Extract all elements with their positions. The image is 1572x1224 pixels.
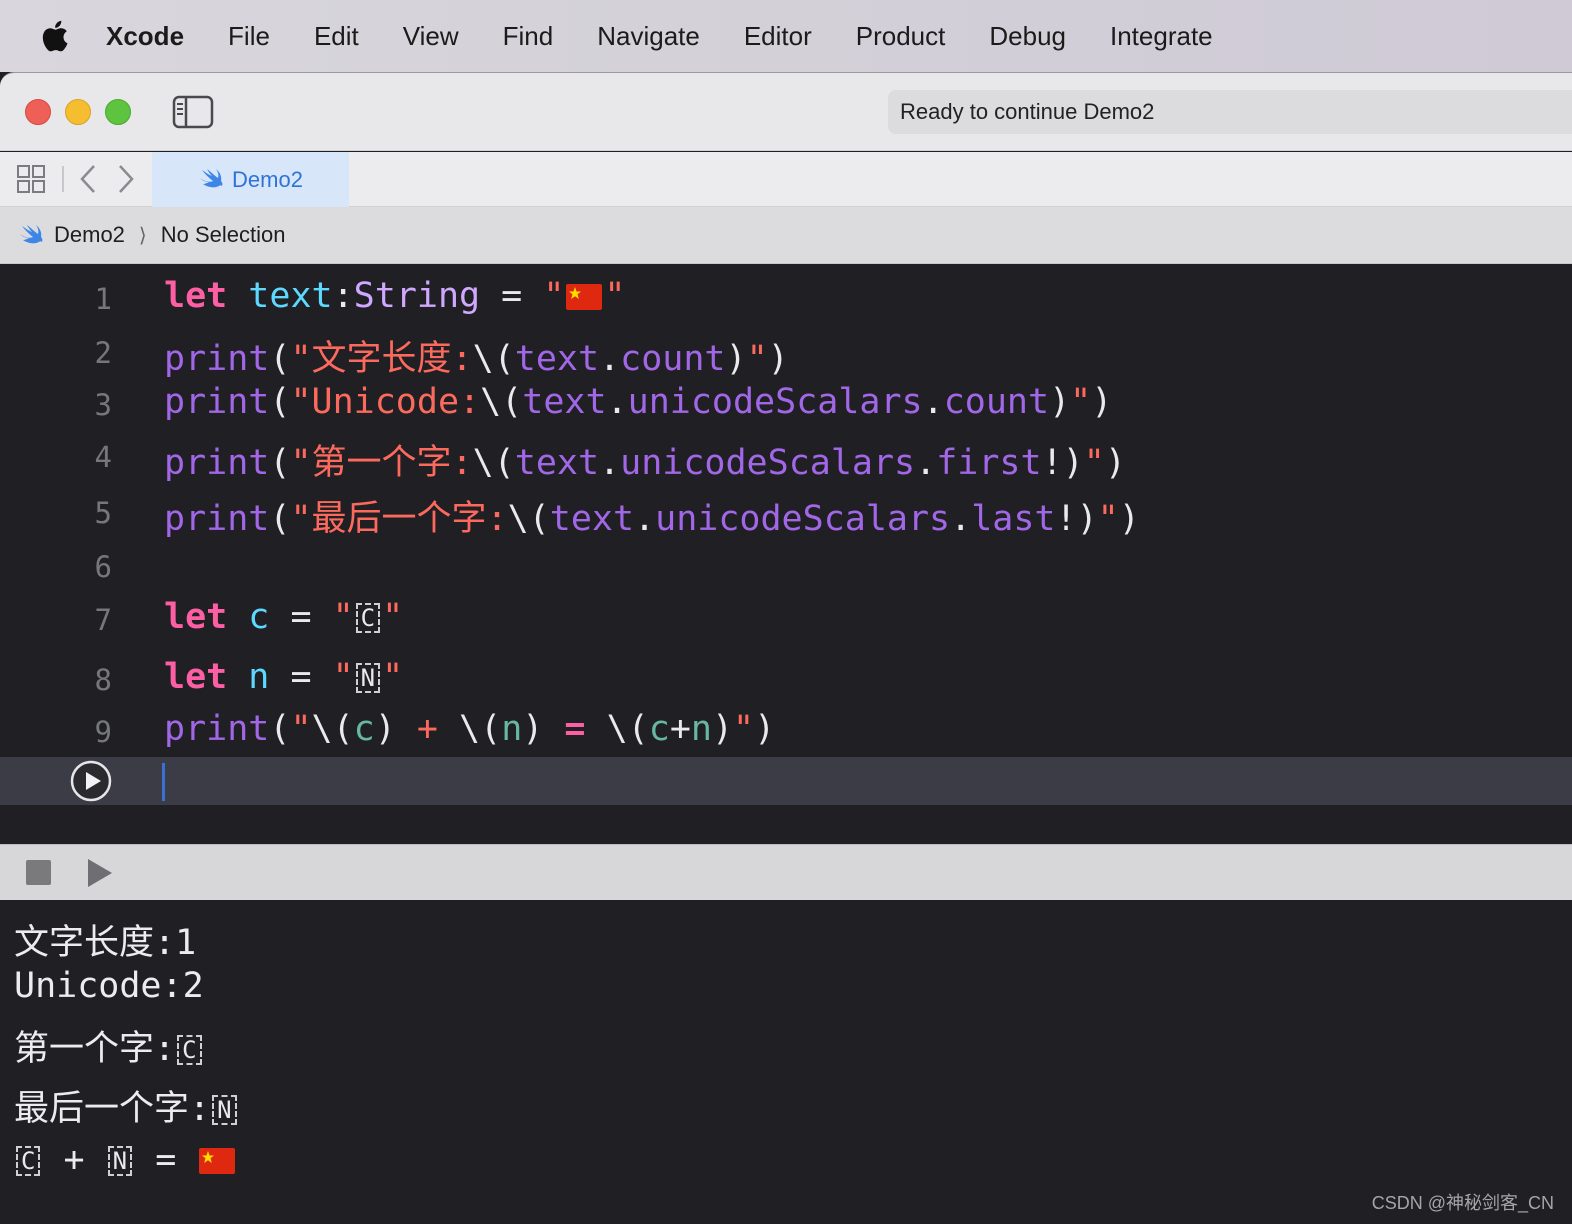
tabbar-divider bbox=[62, 166, 64, 192]
line-number: 6 bbox=[94, 550, 112, 584]
breadcrumb-selection[interactable]: No Selection bbox=[161, 222, 286, 248]
console-line: Unicode:2 bbox=[14, 966, 204, 1006]
code-text: print("第一个字:\(text.unicodeScalars.first!… bbox=[164, 443, 1126, 483]
swift-icon bbox=[18, 222, 44, 249]
tab-label: Demo2 bbox=[232, 166, 303, 192]
code-editor[interactable]: 1 let text:String = " " 2 print("文字长度:\(t… bbox=[0, 264, 1572, 844]
code-line: 4 print("第一个字:\(text.unicodeScalars.firs… bbox=[0, 434, 1572, 486]
code-line: 5 print("最后一个字:\(text.unicodeScalars.las… bbox=[0, 490, 1572, 542]
code-text: print("\(c) + \(n) = \(c+n)") bbox=[164, 709, 776, 749]
breadcrumb-chevron-icon: ⟩ bbox=[138, 224, 147, 247]
china-flag-emoji bbox=[566, 284, 603, 310]
menu-navigate[interactable]: Navigate bbox=[597, 0, 700, 72]
forward-chevron-icon[interactable] bbox=[114, 162, 138, 196]
line-number: 7 bbox=[94, 603, 112, 637]
unicode-box-char: C bbox=[177, 1035, 202, 1065]
unicode-box-char: N bbox=[355, 663, 381, 693]
activity-status: Ready to continue Demo2 bbox=[888, 90, 1572, 134]
code-line: 8 let n = " N " bbox=[0, 657, 1572, 709]
debug-bar bbox=[0, 844, 1572, 900]
menu-edit[interactable]: Edit bbox=[314, 0, 359, 72]
console-line: 最后一个字: N bbox=[14, 1080, 239, 1131]
close-window-button[interactable] bbox=[25, 99, 51, 125]
line-number: 9 bbox=[94, 715, 112, 749]
minimize-window-button[interactable] bbox=[65, 99, 91, 125]
code-text: print("文字长度:\(text.count)") bbox=[164, 339, 789, 379]
unicode-box-char: C bbox=[16, 1146, 41, 1176]
code-line: 7 let c = " C " bbox=[0, 597, 1572, 649]
china-flag-emoji bbox=[199, 1148, 236, 1174]
menu-integrate[interactable]: Integrate bbox=[1110, 0, 1213, 72]
apple-icon[interactable] bbox=[38, 18, 70, 54]
code-text: let n = " N " bbox=[164, 657, 404, 697]
code-line: 6 bbox=[0, 544, 1572, 596]
menu-view[interactable]: View bbox=[403, 0, 459, 72]
console-output[interactable]: 文字长度:1 Unicode:2 第一个字: C 最后一个字: N C + N = … bbox=[0, 900, 1572, 1224]
menu-app-name[interactable]: Xcode bbox=[106, 0, 184, 72]
line-number: 5 bbox=[94, 496, 112, 530]
code-line: 2 print("文字长度:\(text.count)") bbox=[0, 330, 1572, 382]
code-text: print("Unicode:\(text.unicodeScalars.cou… bbox=[164, 382, 1113, 422]
console-line: 第一个字: C bbox=[14, 1020, 204, 1071]
current-line-highlight bbox=[0, 757, 1572, 805]
text-caret bbox=[162, 763, 165, 801]
line-number: 2 bbox=[94, 336, 112, 370]
menu-editor[interactable]: Editor bbox=[744, 0, 812, 72]
play-button[interactable] bbox=[86, 857, 114, 889]
line-number: 8 bbox=[94, 663, 112, 697]
line-number: 3 bbox=[94, 388, 112, 422]
back-chevron-icon[interactable] bbox=[76, 162, 100, 196]
watermark: CSDN @神秘剑客_CN bbox=[1371, 1193, 1554, 1213]
window-toolbar: Ready to continue Demo2 bbox=[0, 73, 1572, 151]
sidebar-toggle-icon[interactable] bbox=[172, 95, 214, 129]
zoom-window-button[interactable] bbox=[105, 99, 131, 125]
menu-product[interactable]: Product bbox=[856, 0, 946, 72]
xcode-window: Ready to continue Demo2 Demo2 Demo2 ⟩ No… bbox=[0, 72, 1572, 1224]
unicode-box-char: C bbox=[355, 603, 381, 633]
code-text: let text:String = " " bbox=[164, 276, 626, 316]
menu-find[interactable]: Find bbox=[503, 0, 554, 72]
menu-file[interactable]: File bbox=[228, 0, 270, 72]
code-line: 1 let text:String = " " bbox=[0, 276, 1572, 328]
console-line: 文字长度:1 bbox=[14, 923, 197, 963]
swift-icon bbox=[198, 166, 224, 193]
related-items-icon[interactable] bbox=[16, 164, 46, 194]
menu-debug[interactable]: Debug bbox=[989, 0, 1066, 72]
breadcrumb-project[interactable]: Demo2 bbox=[54, 222, 125, 248]
line-number: 1 bbox=[94, 282, 112, 316]
console-line: C + N = bbox=[14, 1140, 237, 1180]
unicode-box-char: N bbox=[107, 1146, 133, 1176]
code-text: let c = " C " bbox=[164, 597, 404, 637]
run-to-line-button[interactable] bbox=[70, 760, 112, 802]
menu-bar: Xcode File Edit View Find Navigate Edito… bbox=[0, 0, 1572, 72]
line-number: 4 bbox=[94, 440, 112, 474]
stop-button[interactable] bbox=[26, 860, 51, 885]
tab-demo2[interactable]: Demo2 bbox=[152, 152, 349, 207]
unicode-box-char: N bbox=[212, 1095, 237, 1125]
code-text: print("最后一个字:\(text.unicodeScalars.last!… bbox=[164, 499, 1140, 539]
code-line: 3 print("Unicode:\(text.unicodeScalars.c… bbox=[0, 382, 1572, 434]
tab-bar: Demo2 bbox=[0, 152, 1572, 207]
code-line: 9 print("\(c) + \(n) = \(c+n)") bbox=[0, 709, 1572, 761]
jump-bar: Demo2 ⟩ No Selection bbox=[0, 207, 1572, 264]
